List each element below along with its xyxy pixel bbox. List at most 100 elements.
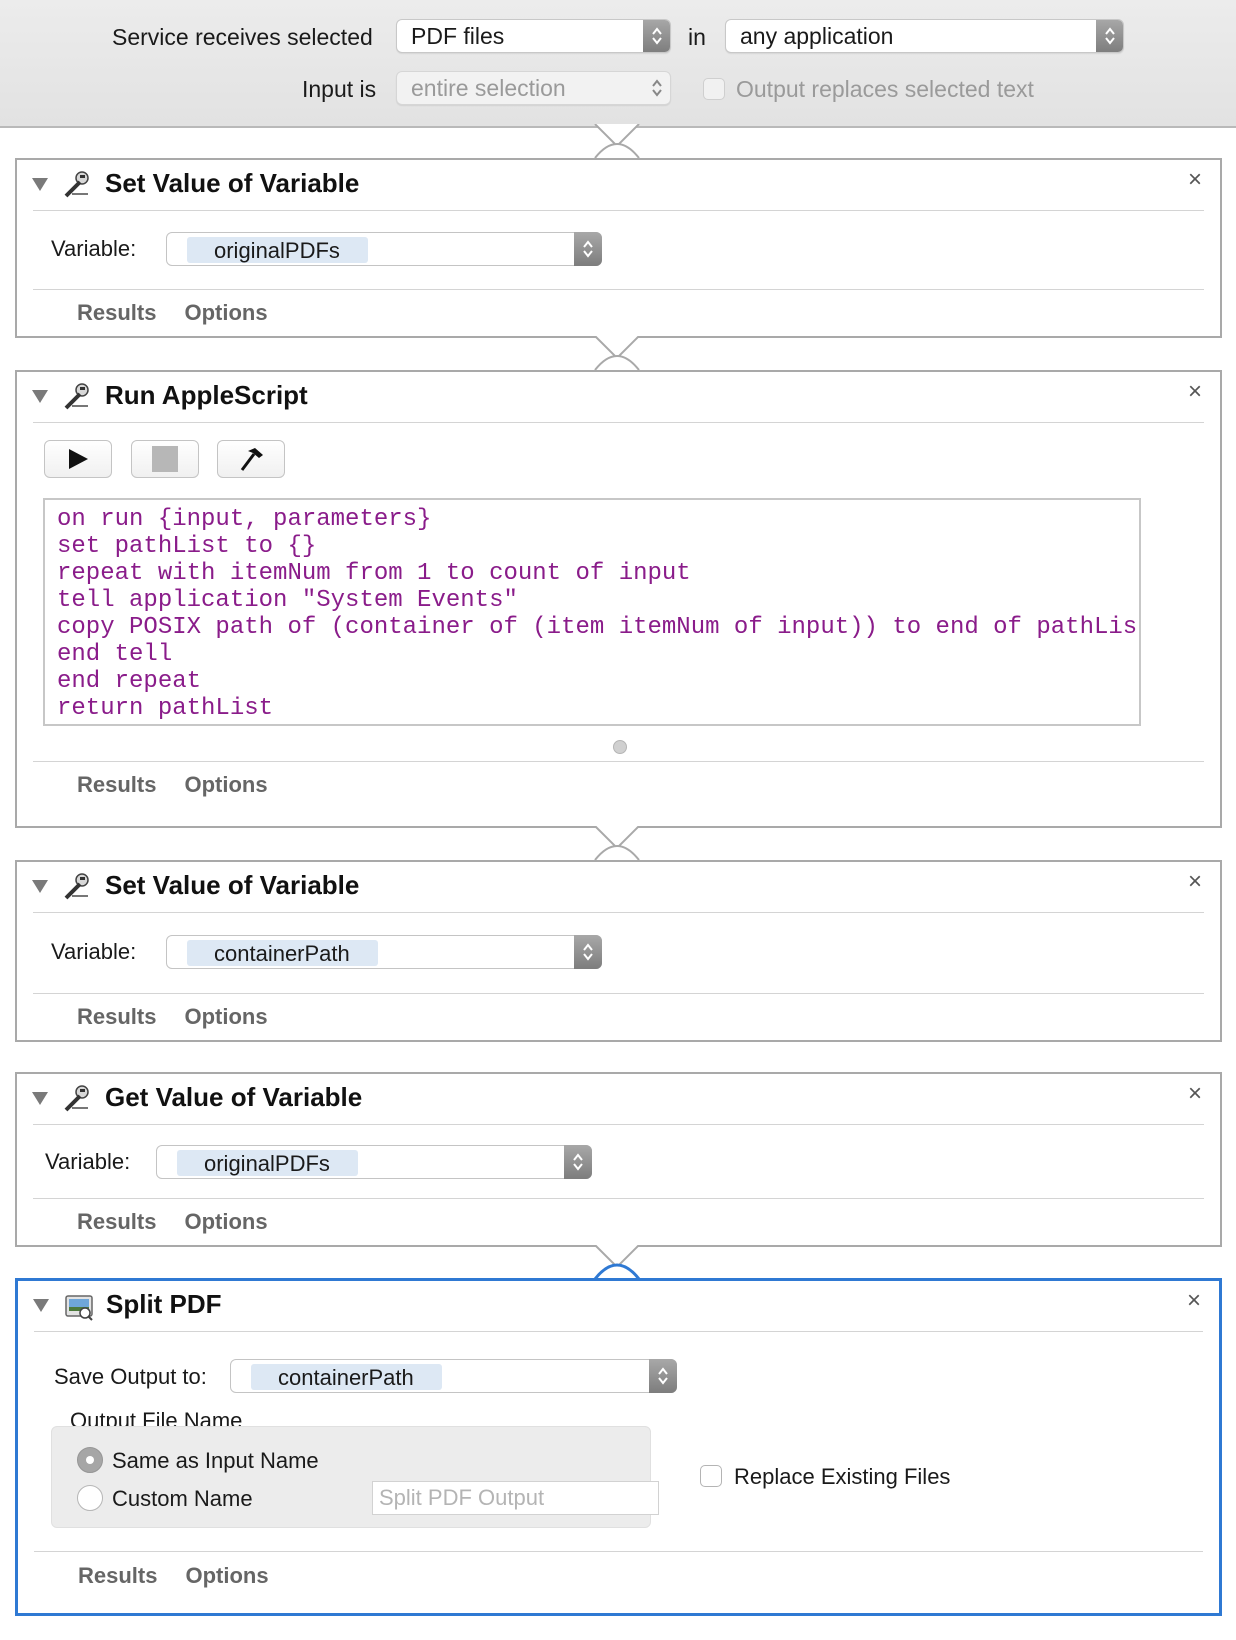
action-get-value-of-variable[interactable]: Get Value of Variable × Variable: origin… — [15, 1072, 1222, 1247]
code-line: return pathList — [57, 695, 274, 722]
run-icon — [69, 449, 88, 469]
close-icon[interactable]: × — [1188, 868, 1202, 896]
connector-arrow — [594, 336, 640, 370]
tab-options[interactable]: Options — [184, 300, 267, 325]
service-header: Service receives selected PDF files in a… — [0, 0, 1236, 128]
replace-existing-label: Replace Existing Files — [734, 1464, 951, 1489]
stepper-icon — [643, 20, 670, 52]
service-input-type-popup[interactable]: PDF files — [396, 19, 671, 53]
service-input-type-value: PDF files — [411, 23, 505, 49]
input-is-popup[interactable]: entire selection — [396, 71, 671, 105]
tab-results[interactable]: Results — [78, 1563, 157, 1588]
stepper-icon — [649, 1359, 677, 1393]
divider — [33, 422, 1204, 423]
stepper-icon — [643, 72, 670, 104]
application-popup[interactable]: any application — [725, 19, 1124, 53]
action-tabs: Results Options — [77, 300, 296, 326]
disclosure-triangle-icon[interactable] — [32, 880, 48, 893]
variable-popup[interactable]: originalPDFs — [166, 232, 602, 266]
code-line: tell application "System Events" — [57, 587, 518, 614]
code-line: end repeat — [57, 668, 202, 695]
stepper-icon — [1096, 20, 1123, 52]
divider — [34, 1331, 1203, 1332]
close-icon[interactable]: × — [1188, 166, 1202, 194]
stop-icon — [152, 446, 178, 472]
automator-robot-icon — [64, 383, 89, 410]
in-label: in — [688, 24, 706, 50]
same-as-input-radio[interactable] — [77, 1447, 103, 1473]
connector-arrow — [594, 826, 640, 860]
compile-hammer-icon — [240, 448, 263, 471]
code-line: end tell — [57, 641, 173, 668]
stop-button[interactable] — [131, 440, 199, 478]
output-replaces-label: Output replaces selected text — [736, 76, 1034, 102]
tab-results[interactable]: Results — [77, 1209, 156, 1234]
tab-results[interactable]: Results — [77, 300, 156, 325]
same-as-input-label: Same as Input Name — [112, 1448, 319, 1473]
compile-button[interactable] — [217, 440, 285, 478]
action-set-value-of-variable-2[interactable]: Set Value of Variable × Variable: contai… — [15, 860, 1222, 1042]
action-set-value-of-variable-1[interactable]: Set Value of Variable × Variable: origin… — [15, 158, 1222, 338]
code-line: repeat with itemNum from 1 to count of i… — [57, 560, 691, 587]
disclosure-triangle-icon[interactable] — [32, 390, 48, 403]
tab-options[interactable]: Options — [185, 1563, 268, 1588]
save-output-token: containerPath — [251, 1364, 442, 1390]
output-file-name-group: Same as Input Name Custom Name Split PDF… — [51, 1426, 659, 1528]
stepper-icon — [564, 1145, 592, 1179]
code-line: on run {input, parameters} — [57, 506, 432, 533]
close-icon[interactable]: × — [1187, 1287, 1201, 1315]
save-output-popup[interactable]: containerPath — [230, 1359, 677, 1393]
preview-pdf-icon — [65, 1295, 93, 1321]
run-button[interactable] — [44, 440, 112, 478]
action-tabs: Results Options — [77, 1209, 296, 1235]
automator-robot-icon — [64, 171, 89, 198]
action-tabs: Results Options — [77, 1004, 296, 1030]
variable-token: containerPath — [187, 940, 378, 966]
tab-results[interactable]: Results — [77, 772, 156, 797]
action-title: Set Value of Variable — [105, 168, 360, 198]
action-title: Split PDF — [106, 1289, 222, 1319]
save-output-label: Save Output to: — [54, 1364, 207, 1389]
replace-existing-checkbox[interactable] — [700, 1465, 722, 1487]
divider — [33, 210, 1204, 211]
divider — [34, 1551, 1203, 1552]
divider — [33, 912, 1204, 913]
divider — [33, 761, 1204, 762]
stepper-icon — [574, 935, 602, 969]
variable-token: originalPDFs — [177, 1150, 358, 1176]
automator-robot-icon — [64, 1085, 89, 1112]
divider — [33, 1124, 1204, 1125]
action-split-pdf[interactable]: Split PDF × Save Output to: containerPat… — [15, 1278, 1222, 1616]
code-line: copy POSIX path of (container of (item i… — [57, 614, 1141, 641]
action-run-applescript[interactable]: Run AppleScript × on run {input, paramet… — [15, 370, 1222, 828]
divider — [33, 289, 1204, 290]
close-icon[interactable]: × — [1188, 378, 1202, 406]
connector-arrow — [594, 124, 640, 158]
applescript-editor[interactable]: on run {input, parameters} set pathList … — [43, 498, 1141, 726]
action-tabs: Results Options — [78, 1563, 297, 1589]
custom-name-radio[interactable] — [77, 1485, 103, 1511]
disclosure-triangle-icon[interactable] — [32, 1092, 48, 1105]
action-title: Run AppleScript — [105, 380, 308, 410]
disclosure-triangle-icon[interactable] — [32, 178, 48, 191]
variable-label: Variable: — [45, 1149, 131, 1174]
custom-name-field[interactable]: Split PDF Output — [372, 1481, 659, 1515]
variable-token: originalPDFs — [187, 237, 368, 263]
action-title: Set Value of Variable — [105, 870, 360, 900]
output-replaces-checkbox[interactable] — [703, 78, 725, 100]
application-value: any application — [740, 23, 894, 49]
resize-handle[interactable] — [613, 740, 627, 754]
divider — [33, 1198, 1204, 1199]
tab-options[interactable]: Options — [184, 1209, 267, 1234]
divider — [33, 993, 1204, 994]
variable-label: Variable: — [51, 236, 137, 261]
action-title: Get Value of Variable — [105, 1082, 363, 1112]
variable-popup[interactable]: containerPath — [166, 935, 602, 969]
tab-options[interactable]: Options — [184, 772, 267, 797]
service-receives-label: Service receives selected — [112, 24, 373, 50]
tab-results[interactable]: Results — [77, 1004, 156, 1029]
close-icon[interactable]: × — [1188, 1080, 1202, 1108]
tab-options[interactable]: Options — [184, 1004, 267, 1029]
disclosure-triangle-icon[interactable] — [33, 1299, 49, 1312]
variable-popup[interactable]: originalPDFs — [156, 1145, 592, 1179]
